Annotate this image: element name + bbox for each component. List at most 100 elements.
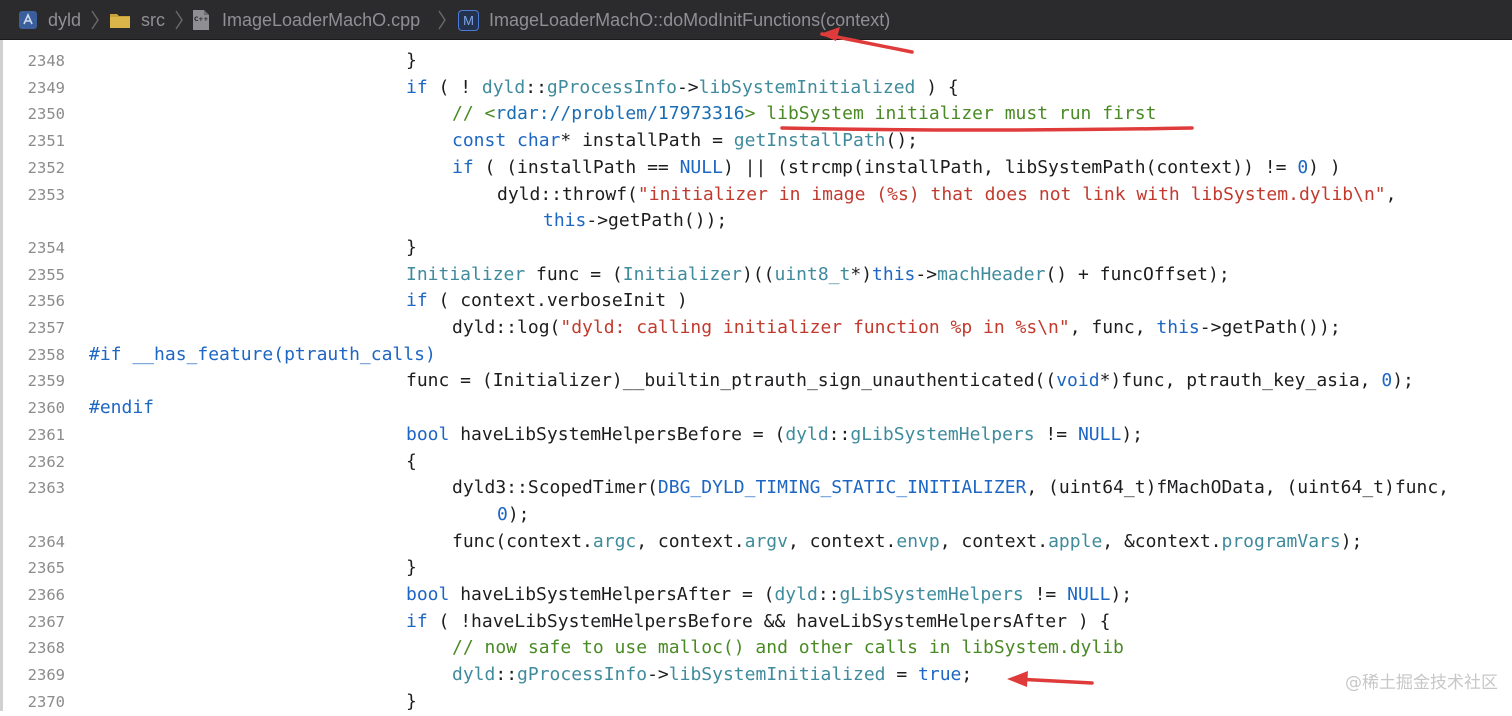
line-number: 2360 — [27, 399, 65, 418]
line-number: 2353 — [27, 185, 65, 204]
code-line: this->getPath()); — [543, 208, 727, 235]
code-line: } — [406, 689, 417, 716]
code-token: if — [406, 76, 428, 98]
code-token: != — [1034, 423, 1078, 445]
arrow-annotation — [820, 27, 914, 54]
code-token: , &context. — [1102, 530, 1222, 552]
line-number: 2352 — [27, 158, 65, 177]
line-number: 2350 — [27, 105, 65, 124]
code-token: func(context. — [452, 530, 593, 552]
code-token: bool — [406, 423, 450, 445]
code-token: )(( — [741, 263, 775, 285]
code-token: ) { — [915, 76, 959, 98]
line-number: 2358 — [27, 345, 65, 364]
line-number: 2357 — [27, 319, 65, 337]
code-line: if ( ! dyld::gProcessInfo->libSystemInit… — [406, 75, 959, 102]
code-token: func = ( — [525, 263, 623, 285]
code-line: dyld::gProcessInfo->libSystemInitialized… — [452, 662, 972, 689]
line-number: 2361 — [27, 425, 65, 444]
code-token: if — [406, 290, 428, 312]
code-token: ); — [1110, 584, 1133, 605]
line-number: 2368 — [27, 639, 65, 658]
code-line: { — [406, 449, 417, 476]
code-token: ); — [507, 503, 530, 525]
code-token: ->getPath()); — [586, 210, 728, 232]
breadcrumb-item-project[interactable]: dyld — [18, 0, 81, 40]
method-badge-letter: M — [463, 12, 474, 28]
method-icon: M — [458, 9, 479, 31]
arrow-annotation — [1007, 671, 1094, 687]
chevron-right-icon — [175, 10, 183, 30]
code-token: 0 — [1381, 370, 1393, 392]
code-token: Initializer — [406, 263, 526, 285]
code-token: Initializer — [622, 263, 742, 285]
line-number: 2362 — [27, 452, 65, 471]
code-token: -> — [915, 263, 938, 285]
code-line: dyld::throwf("initializer in image (%s) … — [497, 182, 1396, 209]
jump-bar: dyld src C++ ImageLoaderMachO.cpp M Imag… — [0, 0, 1512, 40]
breadcrumb-item-folder[interactable]: src — [108, 0, 165, 40]
code-token: = — [885, 664, 919, 686]
code-token: :: — [525, 76, 547, 98]
code-line: bool haveLibSystemHelpersAfter = (dyld::… — [406, 582, 1132, 609]
code-token: NULL — [1077, 423, 1122, 445]
code-token: NULL — [1067, 584, 1111, 605]
code-line: } — [406, 555, 417, 582]
code-editor[interactable]: 2348 2349 2350 2351 2352 2353 2354 2355 2356 2357… — [0, 40, 1512, 712]
code-token: 0 — [497, 503, 508, 525]
code-line: // now safe to use malloc() and other ca… — [452, 635, 1124, 662]
code-token: { — [406, 450, 417, 472]
code-token: #endif — [89, 397, 155, 419]
line-number: 2364 — [27, 532, 65, 551]
code-token: } — [406, 50, 417, 71]
code-token: ); — [1392, 370, 1414, 392]
code-token: const — [452, 130, 507, 152]
code-line: Initializer func = (Initializer)((uint8_… — [406, 262, 1230, 289]
line-number: 2355 — [27, 265, 65, 284]
code-line: } — [406, 48, 417, 75]
code-token: DBG_DYLD_TIMING_STATIC_INITIALIZER — [657, 477, 1027, 499]
line-number: 2366 — [27, 586, 65, 604]
code-token: this — [543, 210, 587, 232]
line-number: 2370 — [27, 692, 65, 711]
code-token: ); — [1121, 423, 1143, 445]
code-token: , context. — [636, 530, 745, 552]
code-token: ( context.verboseInit ) — [427, 290, 688, 312]
project-icon — [18, 10, 38, 30]
code-token: } — [406, 690, 417, 712]
code-token: dyld — [452, 664, 496, 686]
code-token: ( ! — [427, 76, 482, 98]
code-line: } — [406, 235, 417, 262]
code-token: ->getPath()); — [1199, 317, 1341, 338]
code-token: func = (Initializer)__builtin_ptrauth_si… — [406, 370, 1057, 392]
code-token: 0 — [1297, 156, 1309, 178]
code-token: void — [1056, 370, 1100, 392]
code-token: dyld::log( — [452, 317, 561, 338]
code-token: ); — [1340, 530, 1363, 552]
code-token: "initializer in image (%s) that does not… — [637, 183, 1386, 205]
code-token: *)func, ptrauth_key_asia, — [1099, 370, 1382, 392]
code-line: func(context.argc, context.argv, context… — [452, 529, 1362, 556]
code-token: gProcessInfo — [546, 76, 677, 98]
breadcrumb-file-label: ImageLoaderMachO.cpp — [222, 9, 421, 30]
code-token: programVars — [1221, 530, 1341, 552]
code-token: , context. — [787, 530, 897, 552]
code-token: haveLibSystemHelpersBefore = ( — [449, 423, 786, 445]
line-number: 2359 — [27, 372, 65, 391]
code-token: apple — [1048, 530, 1103, 552]
code-token: ( (installPath == — [473, 156, 680, 178]
code-token: -> — [647, 664, 669, 686]
code-line: func = (Initializer)__builtin_ptrauth_si… — [406, 368, 1414, 395]
code-token: ) ) — [1308, 156, 1341, 178]
code-line: if ( (installPath == NULL) || (strcmp(in… — [452, 155, 1341, 182]
code-token: char — [517, 130, 561, 152]
breadcrumb-item-file[interactable]: C++ ImageLoaderMachO.cpp — [192, 0, 420, 40]
code-token: "dyld: calling initializer function %p i… — [560, 317, 1070, 338]
code-token: } — [406, 236, 417, 258]
underline-annotation — [780, 126, 1194, 132]
code-token: :: — [817, 584, 840, 605]
code-token: :: — [828, 423, 851, 445]
code-token: () + funcOffset); — [1045, 263, 1230, 285]
code-token: this — [872, 263, 916, 285]
